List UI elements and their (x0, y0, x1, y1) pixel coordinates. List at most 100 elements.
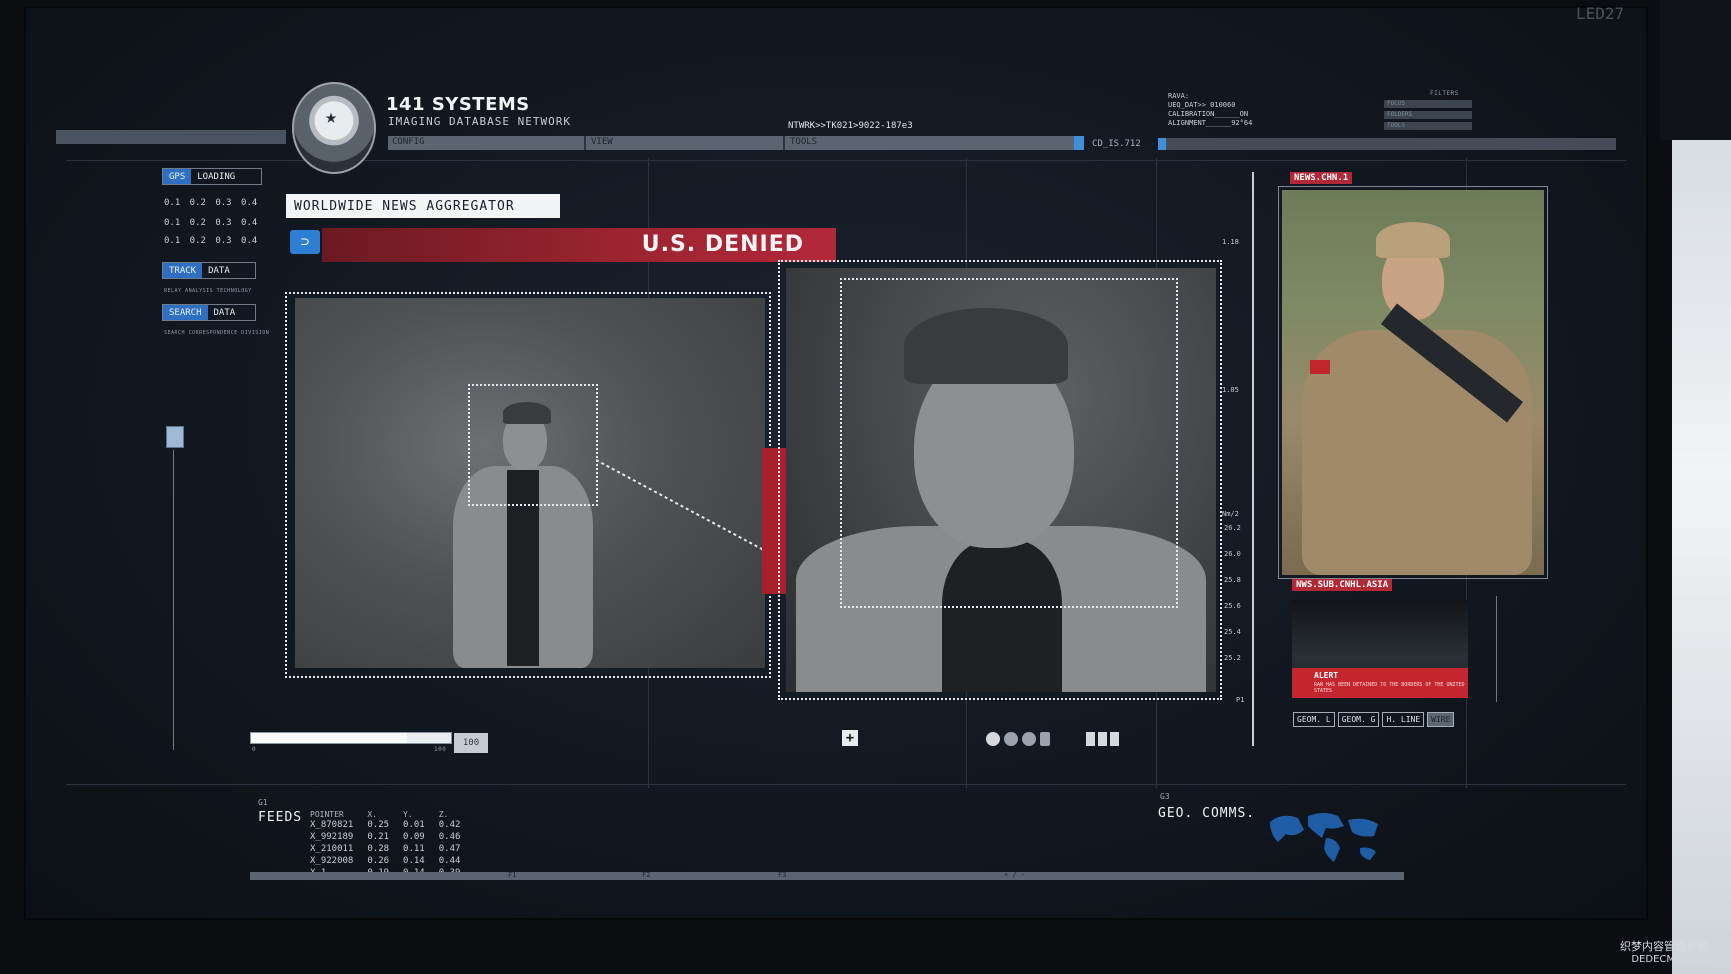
cell: 0.46 (438, 832, 461, 842)
search-label: SEARCH (163, 305, 208, 320)
geom-g-button[interactable]: GEOM. G (1337, 712, 1380, 727)
scale-unit: Nm/2 (1222, 510, 1239, 518)
watermark-line: DEDECMS.COM (1631, 954, 1708, 965)
calib-line: ALIGNMENT______92°64 (1168, 119, 1253, 127)
layout-bars (1086, 732, 1119, 746)
cell: X_922008 (310, 856, 354, 866)
track-data-button[interactable]: TRACK DATA (162, 262, 256, 279)
news-channel-2-label: NWS.SUB.CNHL.ASIA (1292, 579, 1393, 591)
layout-bar[interactable] (1086, 732, 1095, 746)
menu-bar: CONFIG VIEW TOOLS (388, 136, 1084, 150)
scale-value: 25.4 (1224, 628, 1241, 636)
news-channel-2-feed[interactable]: ALERT RAN HAS BEEN DETAINED TO THE BORDE… (1292, 600, 1468, 698)
cell: 0.47 (438, 844, 461, 854)
num-row: 0.1 0.2 0.3 0.4 (164, 198, 258, 208)
scale-rail (1252, 172, 1254, 746)
cell: 0.11 (403, 844, 425, 854)
geom-l-button[interactable]: GEOM. L (1293, 712, 1335, 727)
gps-loading-button[interactable]: GPS LOADING (162, 168, 262, 185)
cell: 0.01 (403, 820, 425, 830)
scale-label: 1.18 (1222, 238, 1239, 246)
filter-item[interactable]: FOLDERS (1384, 111, 1472, 119)
menu-accent (1074, 136, 1084, 150)
view-dot[interactable] (1004, 732, 1018, 746)
table-header: POINTER X. Y. Z. (310, 810, 474, 819)
table-row: X_870821 0.25 0.01 0.42 (310, 819, 474, 831)
menu-divider (584, 136, 586, 150)
wire-button[interactable]: WIRE (1427, 712, 1455, 727)
watermark-line: 织梦内容管理系统 (1620, 940, 1708, 953)
calib-line: UEQ_DAT>> 010060 (1168, 101, 1236, 109)
layout-bar[interactable] (1098, 732, 1107, 746)
search-caption: SEARCH CORRESPONDENCE DIVISION (164, 330, 270, 336)
feeds-title: FEEDS (258, 810, 303, 825)
slider-min: 0 (252, 746, 257, 753)
world-map-icon (1270, 813, 1378, 862)
headline-banner: U.S. DENIED (322, 228, 836, 262)
timeline-label: F1 (508, 871, 517, 879)
track-caption: RELAY ANALYSIS TECHNOLOGY (164, 288, 252, 294)
side-marker-handle[interactable] (166, 426, 184, 448)
scale-value: 26.2 (1224, 524, 1241, 532)
cell: 0.28 (367, 844, 390, 854)
layout-bar[interactable] (1110, 732, 1119, 746)
view-dot[interactable] (1040, 732, 1050, 746)
slider-value-badge: 100 (454, 733, 488, 753)
slider-max: 100 (434, 746, 447, 753)
brand-title: 141 SYSTEMS (386, 94, 530, 115)
column-header: Z. (438, 810, 449, 819)
cell: 0.09 (403, 832, 425, 842)
h-line-button[interactable]: H. LINE (1382, 712, 1425, 727)
geo-group-label: G3 (1160, 792, 1170, 801)
news-aggregator-label: WORLDWIDE NEWS AGGREGATOR (286, 194, 560, 218)
feeds-table: POINTER X. Y. Z. X_870821 0.25 0.01 0.42… (310, 810, 474, 879)
filter-item[interactable]: TOOLS (1384, 122, 1472, 130)
column-header: Y. (403, 810, 413, 819)
data-label: DATA (213, 307, 236, 318)
timeline-label: + / - (1004, 871, 1026, 879)
calib-line: RAVA: (1168, 92, 1190, 100)
filter-item[interactable]: FOCUS (1384, 100, 1472, 108)
headline-text: U.S. DENIED (641, 232, 804, 257)
rss-feed-icon[interactable]: ⊃ (290, 230, 320, 254)
feeds-group-label: G1 (258, 798, 268, 807)
table-row: X_210011 0.28 0.11 0.47 (310, 843, 474, 855)
filter-list: FOCUS FOLDERS TOOLS (1384, 100, 1472, 140)
column-header: X. (367, 810, 377, 819)
loading-label: LOADING (197, 171, 236, 182)
filter-label: FILTERS (1430, 90, 1459, 97)
corner-label: LED27 (1576, 4, 1625, 23)
view-dots (986, 732, 1050, 746)
star-icon: ★ (325, 104, 338, 128)
table-row: X_992189 0.21 0.09 0.46 (310, 831, 474, 843)
menu-view[interactable]: VIEW (591, 137, 613, 147)
add-icon[interactable]: + (842, 730, 858, 746)
left-header-strip (56, 130, 286, 144)
coord-label: CD_IS.712 (1092, 139, 1141, 149)
menu-tools[interactable]: TOOLS (790, 137, 817, 147)
left-rail (173, 450, 174, 750)
alert-title: ALERT (1314, 671, 1339, 680)
search-data-button[interactable]: SEARCH DATA (162, 304, 256, 321)
scale-value: 25.8 (1224, 576, 1241, 584)
news-channel-1-label: NEWS.CHN.1 (1290, 172, 1353, 184)
monitor-frame (1660, 0, 1731, 140)
table-row: X_922008 0.26 0.14 0.44 (310, 855, 474, 867)
bar-accent (1158, 138, 1166, 150)
geometry-toolbar: GEOM. L GEOM. G H. LINE WIRE (1293, 712, 1455, 727)
calib-line: CALIBRATION______ON (1168, 110, 1249, 118)
view-dot[interactable] (986, 732, 1000, 746)
menu-config[interactable]: CONFIG (392, 137, 425, 147)
cell: X_870821 (310, 820, 354, 830)
cell: 0.26 (367, 856, 390, 866)
menu-divider (783, 136, 785, 150)
cell: 0.21 (367, 832, 390, 842)
grid-line (66, 160, 1626, 161)
progress-slider[interactable] (250, 732, 452, 744)
view-dot[interactable] (1022, 732, 1036, 746)
timeline-label: F2 (642, 871, 651, 879)
timeline-bar[interactable]: F1 F2 F3 + / - (250, 871, 1404, 880)
watermark: 织梦内容管理系统 DEDECMS.COM (1620, 940, 1708, 966)
num-row: 0.1 0.2 0.3 0.4 (164, 218, 258, 228)
scale-label: 1.05 (1222, 386, 1239, 394)
